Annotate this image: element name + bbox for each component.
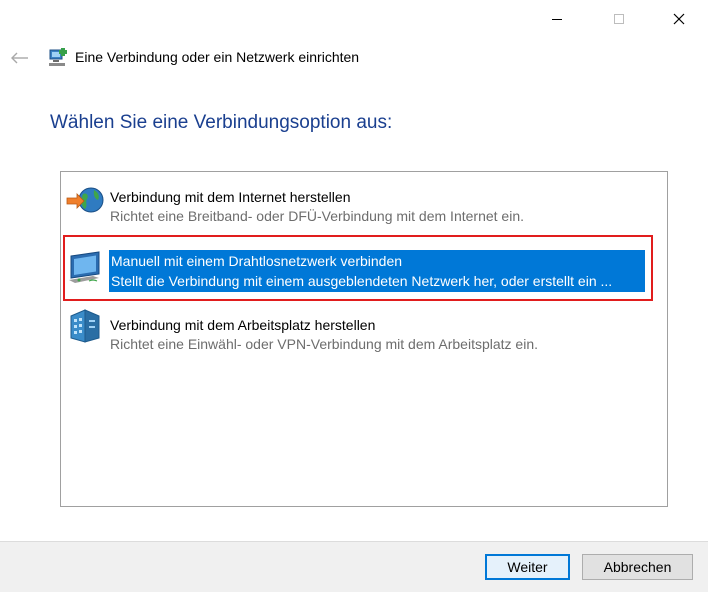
back-arrow-icon (11, 52, 28, 64)
connection-options-list[interactable]: Verbindung mit dem Internet herstellen R… (60, 171, 668, 507)
maximize-button[interactable] (596, 0, 642, 38)
window-title: Eine Verbindung oder ein Netzwerk einric… (75, 49, 360, 65)
back-button[interactable] (8, 48, 32, 68)
network-setup-icon (49, 48, 67, 66)
option-description: Richtet eine Einwähl- oder VPN-Verbindun… (110, 336, 538, 352)
option-title: Manuell mit einem Drahtlosnetzwerk verbi… (111, 253, 403, 269)
workplace-building-icon (70, 309, 100, 343)
option-title: Verbindung mit dem Internet herstellen (110, 189, 351, 205)
option-internet[interactable]: Verbindung mit dem Internet herstellen R… (61, 172, 667, 224)
page-heading: Wählen Sie eine Verbindungsoption aus: (50, 112, 393, 133)
dialog-footer: Weiter Abbrechen (0, 541, 708, 592)
minimize-button[interactable] (534, 0, 580, 38)
maximize-icon (614, 14, 624, 24)
option-description: Richtet eine Breitband- oder DFÜ-Verbind… (110, 208, 524, 224)
option-title: Verbindung mit dem Arbeitsplatz herstell… (110, 317, 376, 333)
globe-internet-icon (66, 187, 104, 213)
minimize-icon (552, 18, 562, 20)
close-icon (673, 13, 685, 25)
cancel-button[interactable]: Abbrechen (582, 554, 693, 580)
option-workplace[interactable]: Verbindung mit dem Arbeitsplatz herstell… (61, 300, 667, 352)
close-button[interactable] (656, 0, 702, 38)
option-wireless-manual[interactable]: Manuell mit einem Drahtlosnetzwerk verbi… (61, 236, 667, 292)
option-description: Stellt die Verbindung mit einem ausgeble… (111, 273, 613, 289)
next-button[interactable]: Weiter (485, 554, 570, 580)
wireless-computer-icon (69, 251, 100, 283)
